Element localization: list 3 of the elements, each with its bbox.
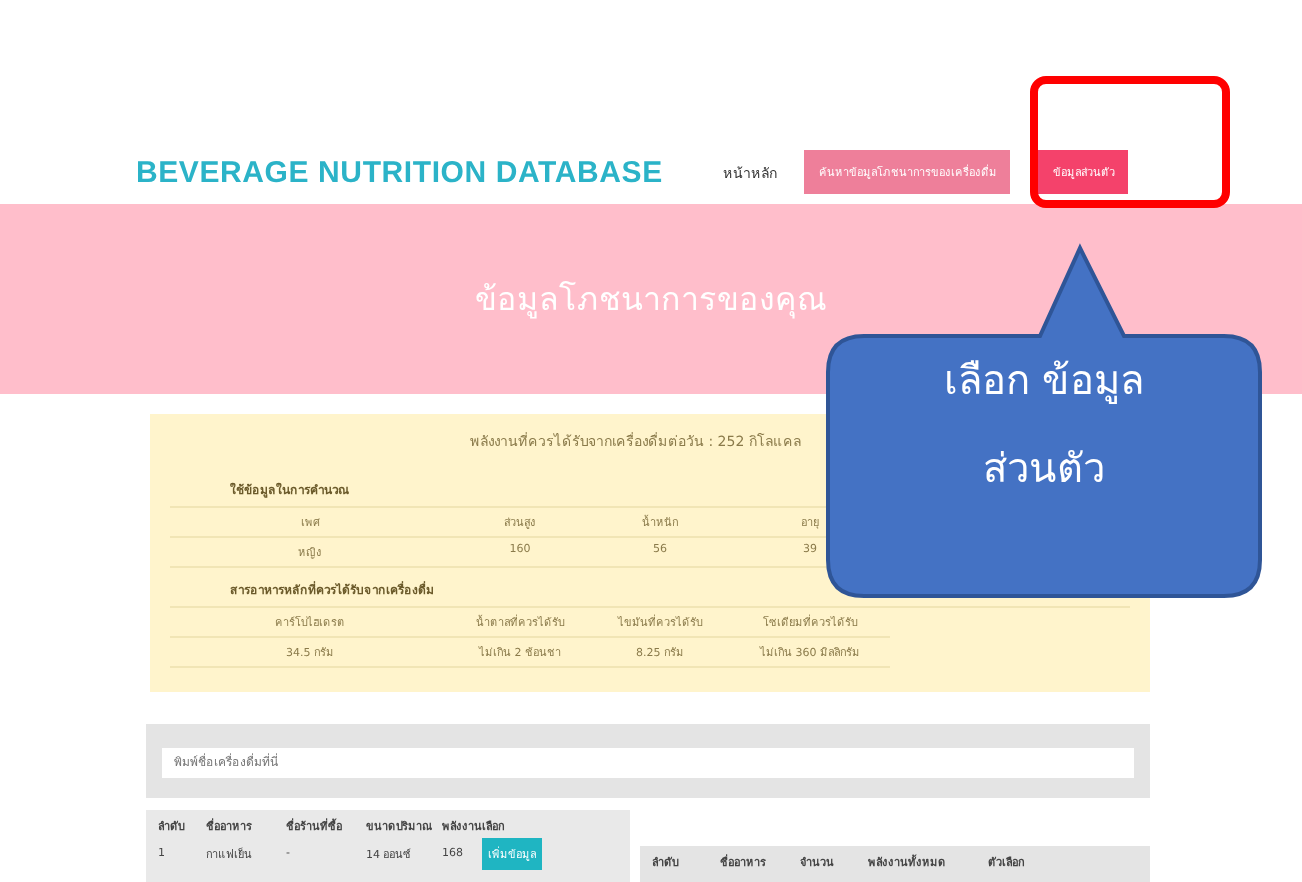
site-logo: BEVERAGE NUTRITION DATABASE	[136, 155, 663, 189]
callout-text: เลือก ข้อมูล ส่วนตัว	[941, 354, 1147, 496]
banner-title: ข้อมูลโภชนาการของคุณ	[475, 278, 827, 323]
